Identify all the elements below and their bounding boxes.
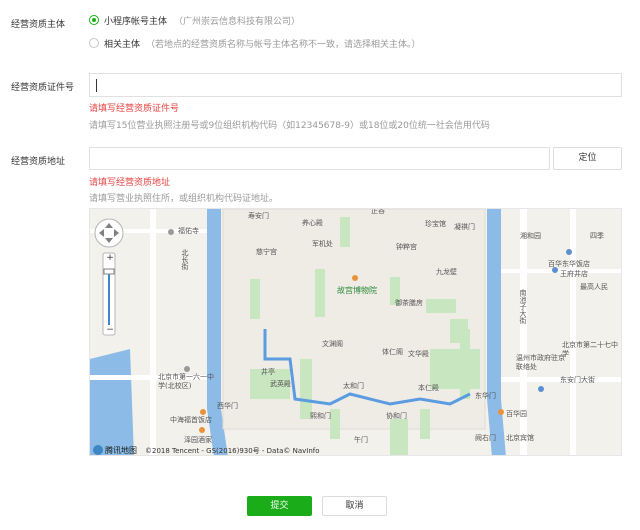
- address-label: 经营资质地址: [11, 157, 66, 167]
- map-zoom-out-button[interactable]: −: [104, 325, 116, 335]
- map-label: 百华园: [506, 410, 527, 418]
- map-park: [390, 419, 408, 455]
- map-street-label: 北长街: [181, 249, 189, 270]
- radio-option-related-subject[interactable]: 相关主体 （若地点的经营资质名称与帐号主体名称不一致，请选择相关主体。）: [89, 37, 609, 51]
- map-label: 泽园酒家: [184, 436, 212, 444]
- address-input[interactable]: [89, 147, 550, 170]
- map-label: 正谷: [371, 208, 385, 215]
- locate-button[interactable]: 定位: [553, 147, 622, 170]
- map-copyright: ©2018 Tencent - GS(2016)930号 - Data© Nav…: [145, 447, 320, 455]
- map-label: 文华殿: [408, 350, 429, 358]
- map-poi-label: 故宫博物院: [337, 286, 377, 295]
- map-poi-marker[interactable]: [498, 409, 504, 415]
- radio-option-note: （若地点的经营资质名称与帐号主体名称不一致，请选择相关主体。）: [146, 40, 421, 50]
- map-label: 东安门大街: [560, 376, 595, 384]
- map-poi-marker[interactable]: [566, 249, 572, 255]
- map-label: 中海福首饭店: [170, 416, 212, 424]
- radio-option-main-subject[interactable]: 小程序帐号主体 （广州崇云信息科技有限公司）: [89, 14, 569, 28]
- map-label: 王府井店: [560, 270, 588, 278]
- map-label: 北京市第一六一中学(北校区): [158, 373, 214, 390]
- map-street-label: 南池子大街: [519, 289, 527, 324]
- map-poi-marker[interactable]: [184, 366, 190, 372]
- map-park: [250, 279, 260, 319]
- subject-label: 经营资质主体: [11, 20, 66, 30]
- map-zoom-track: [108, 273, 110, 325]
- map-poi-marker[interactable]: [199, 427, 205, 433]
- map-label: 武英殿: [270, 380, 291, 388]
- map-park: [420, 409, 430, 439]
- map-park: [315, 269, 325, 317]
- map-label: 寿安门: [248, 212, 269, 220]
- map-label: 九龙壁: [436, 268, 457, 276]
- map-label: 钟粹宫: [396, 243, 417, 251]
- map-zoom-handle: [103, 268, 115, 275]
- map-poi-marker[interactable]: [538, 386, 544, 392]
- map-road: [150, 209, 156, 455]
- address-hint: 请填写营业执照住所，或组织机构代码证地址。: [89, 194, 279, 204]
- map-moat-east: [487, 209, 501, 399]
- map-poi-marker[interactable]: [352, 275, 358, 281]
- text-caret: [96, 79, 97, 92]
- map-label: 湘和园: [520, 232, 541, 240]
- radio-selected-icon[interactable]: [89, 15, 99, 25]
- address-error: 请填写经营资质地址: [89, 178, 171, 188]
- map-park: [340, 217, 350, 247]
- map-poi-marker[interactable]: [552, 267, 558, 273]
- map-label: 东华门: [475, 392, 496, 400]
- map-road: [570, 209, 576, 455]
- map-label: 御茶膳房: [395, 299, 423, 307]
- radio-unselected-icon[interactable]: [89, 38, 99, 48]
- map-label: 慈宁宫: [256, 248, 277, 256]
- map-label: 井亭: [261, 368, 275, 376]
- map-label: 四季: [590, 232, 604, 240]
- map-label: 西华门: [217, 402, 238, 410]
- map-park: [300, 359, 312, 419]
- map-label: 温州市政府驻京联络处: [516, 354, 565, 371]
- radio-option-title: 小程序帐号主体: [104, 17, 168, 27]
- radio-option-title: 相关主体: [104, 40, 141, 50]
- cert-no-hint: 请填写15位营业执照注册号或9位组织机构代码（如12345678-9）或18位或…: [89, 121, 490, 131]
- cert-no-input[interactable]: [89, 73, 622, 97]
- map-zoom-in-button[interactable]: +: [104, 253, 116, 263]
- cert-no-label: 经营资质证件号: [11, 83, 75, 93]
- map-poi-marker[interactable]: [168, 229, 174, 235]
- map-label: 养心殿: [302, 219, 323, 227]
- map-label: 福佑寺: [178, 227, 199, 235]
- map-label: 珍宝馆: [425, 220, 446, 228]
- map-label: 本仁殿: [418, 384, 439, 392]
- map-moat-east-lower: [487, 399, 506, 455]
- map-label: 熙和门: [310, 412, 331, 420]
- submit-button[interactable]: 提交: [247, 496, 312, 516]
- map-poi-marker[interactable]: [200, 409, 206, 415]
- cancel-button[interactable]: 取消: [322, 496, 387, 516]
- radio-option-note: （广州崇云信息科技有限公司）: [174, 17, 301, 27]
- map-label: 军机处: [312, 240, 333, 248]
- map-label: 北京市第二十七中学: [562, 341, 618, 358]
- map-label: 凝祺门: [454, 223, 475, 231]
- tencent-map-logo-icon: [93, 445, 103, 455]
- map-lake-left: [90, 349, 134, 455]
- map-label: 阙右门: [475, 434, 496, 442]
- map-brand: 腾讯地图: [105, 446, 137, 455]
- cert-no-error: 请填写经营资质证件号: [89, 104, 180, 114]
- map-view[interactable]: + − 寿安门 养心殿 正谷 珍宝馆 凝祺门 福佑寺 军机处 钟粹宫 慈宁宫 九…: [89, 208, 622, 456]
- map-label: 午门: [354, 436, 368, 444]
- map-label: 协和门: [386, 412, 407, 420]
- map-park: [330, 409, 340, 439]
- map-label: 最高人民: [580, 283, 608, 291]
- map-park: [426, 299, 456, 313]
- map-label: 北京宾馆: [506, 434, 534, 442]
- map-label: 体仁阁: [382, 348, 403, 356]
- map-label: 太和门: [343, 382, 364, 390]
- map-label: 文渊阁: [322, 340, 343, 348]
- map-park: [460, 329, 470, 399]
